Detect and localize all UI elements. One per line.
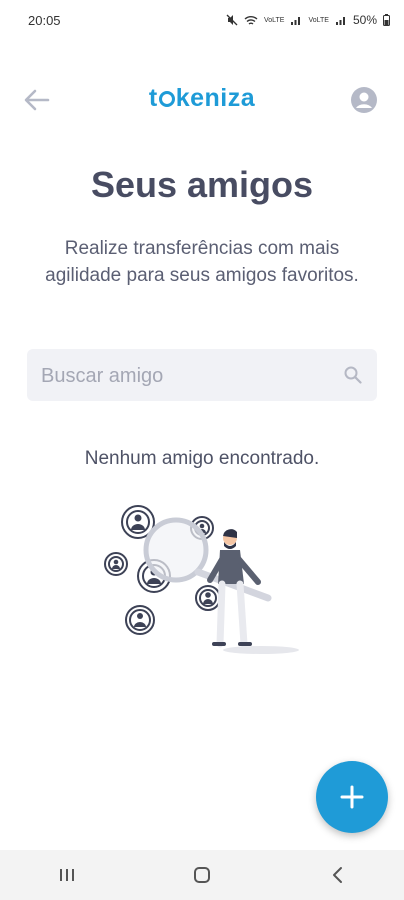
page-title: Seus amigos: [90, 164, 314, 205]
plus-icon: [340, 785, 364, 809]
wifi-icon: [244, 15, 258, 25]
profile-button[interactable]: [350, 86, 378, 114]
system-back-button[interactable]: [307, 855, 367, 895]
signal-icon-2: [335, 16, 345, 25]
logo-ring-icon: [158, 91, 175, 107]
home-icon: [193, 867, 210, 883]
user-circle-icon: [351, 87, 377, 113]
recent-apps-icon: [60, 869, 75, 881]
recent-apps-button[interactable]: [37, 855, 97, 895]
search-friends-illustration: [104, 505, 299, 654]
mute-icon: [226, 14, 238, 26]
logo-text-prefix: t: [148, 84, 158, 112]
tokeniza-logo: t keniza: [0, 84, 404, 113]
search-box: [27, 349, 377, 403]
network-label-1: VoLTE: [263, 16, 285, 24]
app-header: t keniza: [0, 78, 404, 122]
network-label-2: VoLTE: [308, 16, 329, 24]
add-friend-button[interactable]: [316, 761, 388, 833]
back-icon: [332, 867, 342, 883]
home-button[interactable]: [172, 855, 232, 895]
search-input[interactable]: [39, 349, 333, 403]
page-subtitle: Realize transferências com mais agilidad…: [45, 238, 359, 286]
search-icon[interactable]: [343, 365, 363, 385]
status-time: 20:05: [28, 12, 61, 28]
status-bar: 20:05 VoLTE VoLTE 50%: [0, 0, 404, 40]
empty-state-message: Nenhum amigo encontrado.: [84, 448, 320, 469]
signal-icon: [291, 16, 301, 25]
battery-percent: 50%: [352, 13, 377, 27]
battery-icon: [383, 14, 390, 26]
system-nav-bar: [0, 850, 404, 900]
logo-text-suffix: keniza: [175, 84, 256, 112]
status-icons: VoLTE VoLTE 50%: [226, 13, 390, 27]
